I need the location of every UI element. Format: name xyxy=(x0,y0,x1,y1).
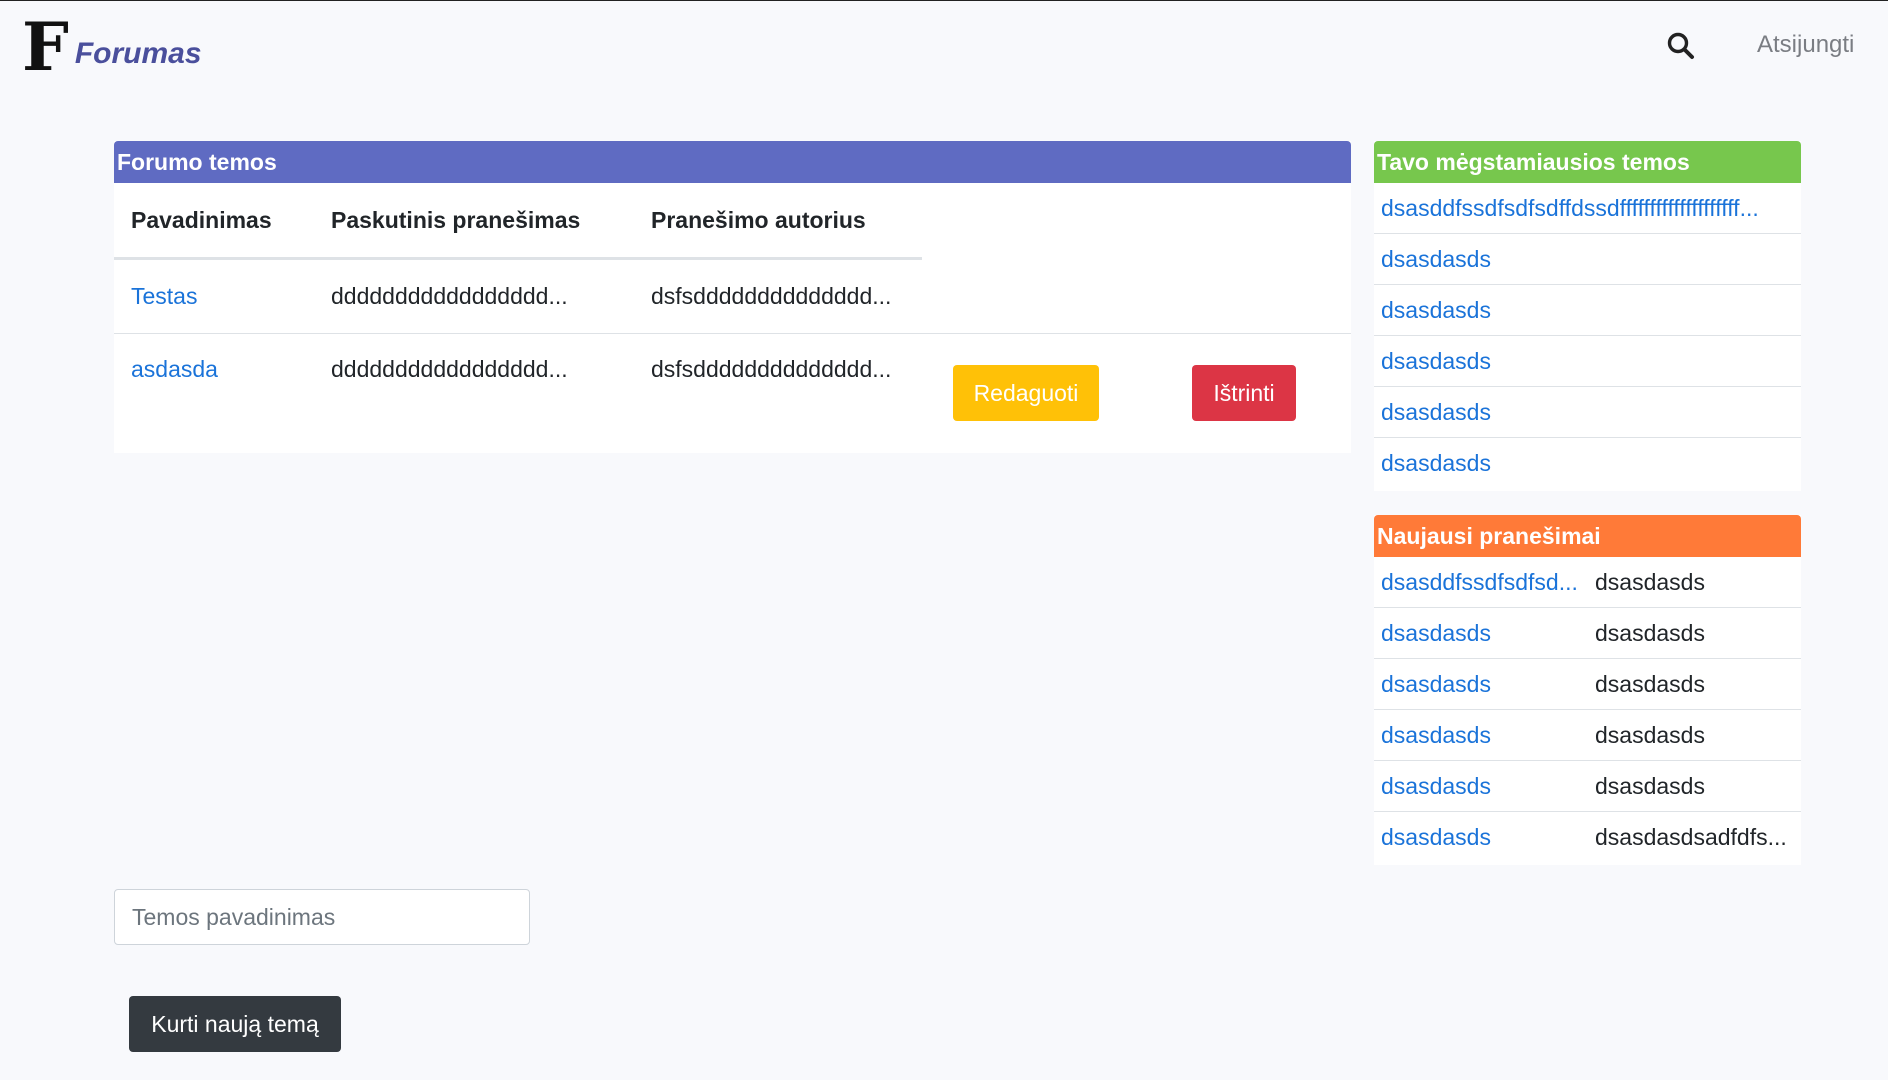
delete-topic-button[interactable]: Ištrinti xyxy=(1192,365,1296,421)
latest-post-author: dsasdasds xyxy=(1595,670,1705,697)
forum-topics-header: Forumo temos xyxy=(114,141,1351,183)
forum-topics-panel: Forumo temos Pavadinimas Paskutinis pran… xyxy=(114,141,1351,453)
favorite-topic-link[interactable]: dsasdasds xyxy=(1381,246,1791,273)
logout-link[interactable]: Atsijungti xyxy=(1757,31,1854,59)
brand-name: Forumas xyxy=(74,37,202,70)
list-item: dsasdasds dsasdasdsadfdfs... xyxy=(1374,812,1801,863)
latest-post-topic-link[interactable]: dsasdasds xyxy=(1381,773,1587,800)
list-item: dsasdasds xyxy=(1374,285,1801,336)
list-item: dsasdasds xyxy=(1374,336,1801,387)
latest-post-topic-link[interactable]: dsasdasds xyxy=(1381,620,1587,647)
actions-cell xyxy=(922,258,1351,334)
favorite-topic-link[interactable]: dsasdasds xyxy=(1381,348,1791,375)
favorite-topic-link[interactable]: dsasdasds xyxy=(1381,297,1791,324)
list-item: dsasdasds dsasdasds xyxy=(1374,608,1801,659)
brand-link[interactable]: F Forumas xyxy=(22,8,202,86)
latest-post-author: dsasdasds xyxy=(1595,568,1705,595)
latest-post-topic-link[interactable]: dsasdasds xyxy=(1381,671,1587,698)
author-cell: dsfsdddddddddddddd... xyxy=(651,283,892,309)
favorite-topic-link[interactable]: dsasddfssdfsdfsdffdssdffffffffffffffffff… xyxy=(1381,195,1791,222)
navbar: F Forumas Atsijungti xyxy=(0,1,1888,93)
topic-link[interactable]: Testas xyxy=(131,283,197,309)
favorite-topics-panel: Tavo mėgstamiausios temos dsasddfssdfsdf… xyxy=(1374,141,1801,491)
latest-posts-list: dsasddfssdfsdfsd... dsasdasds dsasdasds … xyxy=(1374,557,1801,863)
author-cell: dsfsdddddddddddddd... xyxy=(651,356,892,382)
latest-post-topic-link[interactable]: dsasddfssdfsdfsd... xyxy=(1381,569,1587,596)
latest-posts-panel: Naujausi pranešimai dsasddfssdfsdfsd... … xyxy=(1374,515,1801,865)
latest-post-topic-link[interactable]: dsasdasds xyxy=(1381,722,1587,749)
list-item: dsasddfssdfsdfsd... dsasdasds xyxy=(1374,557,1801,608)
list-item: dsasdasds xyxy=(1374,387,1801,438)
search-icon[interactable] xyxy=(1666,31,1696,61)
favorite-topic-link[interactable]: dsasdasds xyxy=(1381,450,1791,477)
favorite-topics-header: Tavo mėgstamiausios temos xyxy=(1374,141,1801,183)
favorite-topics-list: dsasddfssdfsdfsdffdssdffffffffffffffffff… xyxy=(1374,183,1801,489)
list-item: dsasdasds xyxy=(1374,234,1801,285)
last-post-cell: ddddddddddddddddd... xyxy=(331,283,568,309)
column-header-last-post: Paskutinis pranešimas xyxy=(314,183,634,260)
list-item: dsasddfssdfsdfsdffdssdffffffffffffffffff… xyxy=(1374,183,1801,234)
list-item: dsasdasds dsasdasds xyxy=(1374,761,1801,812)
topic-title-input[interactable] xyxy=(114,889,530,945)
latest-post-author: dsasdasds xyxy=(1595,619,1705,646)
table-row: Testas ddddddddddddddddd... dsfsdddddddd… xyxy=(114,258,1351,334)
latest-post-topic-link[interactable]: dsasdasds xyxy=(1381,824,1587,851)
latest-post-author: dsasdasdsadfdfs... xyxy=(1595,824,1787,850)
list-item: dsasdasds dsasdasds xyxy=(1374,659,1801,710)
latest-posts-header: Naujausi pranešimai xyxy=(1374,515,1801,557)
list-item: dsasdasds dsasdasds xyxy=(1374,710,1801,761)
latest-post-author: dsasdasds xyxy=(1595,772,1705,799)
latest-post-author: dsasdasds xyxy=(1595,721,1705,748)
edit-topic-button[interactable]: Redaguoti xyxy=(953,365,1099,421)
column-header-actions xyxy=(922,183,1351,259)
favorite-topic-link[interactable]: dsasdasds xyxy=(1381,399,1791,426)
table-row: asdasda ddddddddddddddddd... dsfsddddddd… xyxy=(114,334,1351,434)
create-topic-button[interactable]: Kurti naują temą xyxy=(129,996,341,1052)
topic-link[interactable]: asdasda xyxy=(131,356,218,382)
brand-logo: F xyxy=(22,8,69,86)
column-header-name: Pavadinimas xyxy=(114,183,314,260)
column-header-author: Pranešimo autorius xyxy=(634,183,922,260)
topics-table: Pavadinimas Paskutinis pranešimas Praneš… xyxy=(114,183,1351,434)
list-item: dsasdasds xyxy=(1374,438,1801,489)
last-post-cell: ddddddddddddddddd... xyxy=(331,356,568,382)
